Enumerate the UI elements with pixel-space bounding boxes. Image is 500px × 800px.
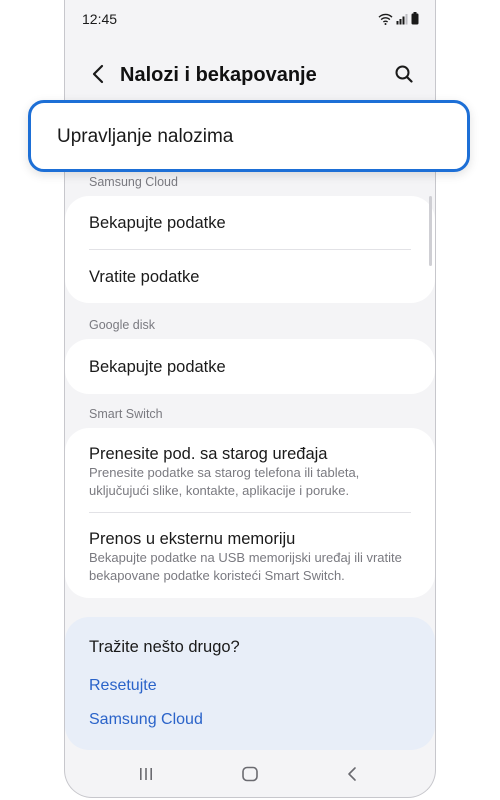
section-label-samsung-cloud: Samsung Cloud [89, 175, 178, 189]
battery-icon [411, 12, 419, 30]
smart-switch-card: Prenesite pod. sa starog uređaja Prenesi… [65, 428, 435, 598]
manage-accounts-label: Upravljanje nalozima [57, 126, 234, 147]
row-subtitle: Bekapujte podatke na USB memorijski uređ… [89, 550, 402, 583]
signal-icon [396, 12, 408, 30]
row-subtitle: Prenesite podatke sa starog telefona ili… [89, 465, 360, 498]
row-title: Prenesite pod. sa starog uređaja [89, 445, 328, 463]
recent-apps-icon [138, 767, 154, 786]
reset-link[interactable]: Resetujte [89, 677, 157, 695]
section-label-smart-switch: Smart Switch [89, 407, 163, 421]
row-title: Bekapujte podatke [89, 214, 226, 232]
samsung-cloud-link[interactable]: Samsung Cloud [89, 711, 203, 729]
back-icon [347, 766, 357, 787]
scrollbar[interactable] [429, 196, 432, 266]
help-card: Tražite nešto drugo? Resetujte Samsung C… [65, 617, 435, 750]
wifi-icon [378, 12, 393, 30]
google-disk-card: Bekapujte podatke [65, 339, 435, 394]
nav-back-button[interactable] [337, 764, 367, 788]
row-title: Vratite podatke [89, 268, 200, 286]
back-arrow-icon [92, 64, 104, 89]
help-title: Tražite nešto drugo? [89, 638, 240, 656]
status-bar: 12:45 [65, 0, 435, 36]
manage-accounts-item[interactable]: Upravljanje nalozima [28, 100, 470, 172]
recent-apps-button[interactable] [131, 764, 161, 788]
status-icons [378, 12, 419, 30]
back-button[interactable] [85, 63, 111, 89]
app-header: Nalozi i bekapovanje [65, 52, 435, 100]
smart-switch-transfer-item[interactable]: Prenesite pod. sa starog uređaja Prenesi… [65, 428, 435, 512]
google-disk-backup-item[interactable]: Bekapujte podatke [65, 339, 435, 394]
search-icon [395, 65, 413, 88]
navigation-bar [65, 756, 435, 796]
section-label-google-disk: Google disk [89, 318, 156, 332]
smart-switch-external-item[interactable]: Prenos u eksternu memoriju Bekapujte pod… [65, 513, 435, 598]
search-button[interactable] [391, 63, 417, 89]
samsung-cloud-card: Bekapujte podatke Vratite podatke [65, 196, 435, 303]
page-title: Nalozi i bekapovanje [120, 64, 317, 86]
samsung-cloud-restore-item[interactable]: Vratite podatke [65, 250, 435, 303]
row-title: Bekapujte podatke [89, 358, 226, 376]
status-time: 12:45 [82, 11, 118, 27]
home-button[interactable] [235, 764, 265, 788]
home-icon [241, 766, 259, 787]
row-title: Prenos u eksternu memoriju [89, 530, 296, 548]
samsung-cloud-backup-item[interactable]: Bekapujte podatke [65, 196, 435, 249]
